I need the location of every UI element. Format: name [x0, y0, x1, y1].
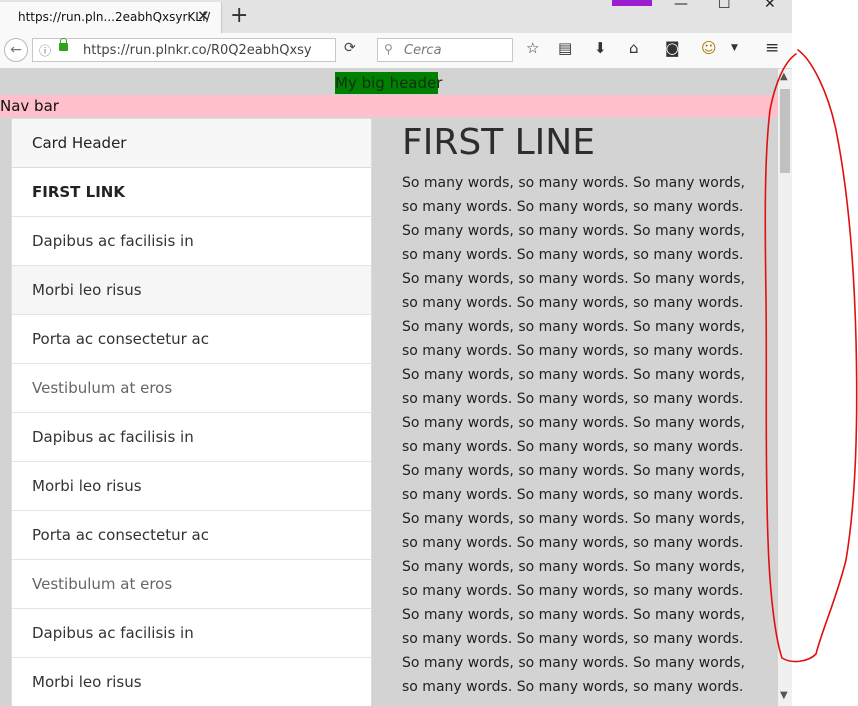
annotation-loop — [764, 49, 858, 663]
